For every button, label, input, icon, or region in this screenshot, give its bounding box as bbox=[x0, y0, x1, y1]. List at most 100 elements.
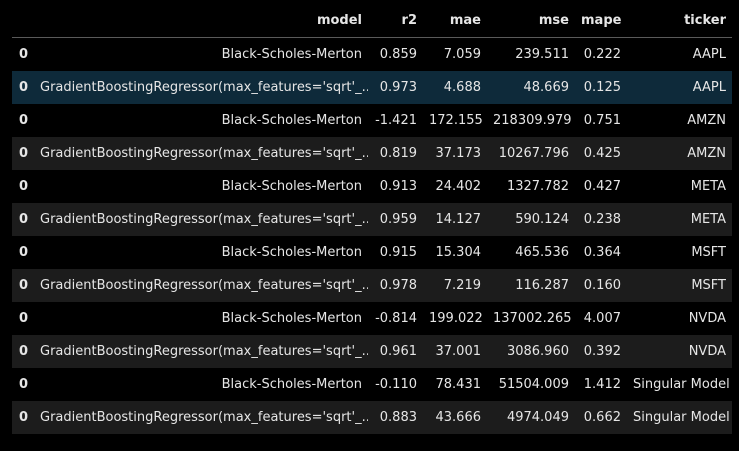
cell-ticker: NVDA bbox=[688, 311, 726, 326]
cell-mae: 172.155 bbox=[429, 113, 483, 128]
cell-mae: 24.402 bbox=[435, 179, 482, 194]
cell-ticker: META bbox=[690, 212, 726, 227]
cell-r2: -0.110 bbox=[375, 377, 417, 392]
dataframe-table: model r2 mae mse mape ticker 0 Black-Scho… bbox=[12, 5, 732, 434]
cell-model: GradientBoostingRegressor(max_features='… bbox=[40, 344, 368, 359]
header-mape: mape bbox=[575, 5, 627, 38]
table-row: 0 Black-Scholes-Merton 0.915 15.304 465.536 0… bbox=[12, 236, 732, 269]
cell-mape: 0.364 bbox=[583, 245, 621, 260]
table-row: 0 GradientBoostingRegressor(max_features=… bbox=[12, 203, 732, 236]
cell-mape: 0.427 bbox=[583, 179, 621, 194]
cell-mse: 10267.796 bbox=[498, 146, 569, 161]
cell-model: GradientBoostingRegressor(max_features='… bbox=[40, 410, 368, 425]
table-row: 0 GradientBoostingRegressor(max_features=… bbox=[12, 137, 732, 170]
cell-model: Black-Scholes-Merton bbox=[221, 47, 362, 62]
cell-ticker: NVDA bbox=[688, 344, 726, 359]
cell-mse: 590.124 bbox=[515, 212, 569, 227]
cell-ticker: MSFT bbox=[691, 278, 726, 293]
cell-model: Black-Scholes-Merton bbox=[221, 179, 362, 194]
cell-mse: 116.287 bbox=[515, 278, 569, 293]
row-index: 0 bbox=[19, 245, 29, 260]
cell-r2: 0.883 bbox=[379, 410, 417, 425]
cell-mae: 199.022 bbox=[429, 311, 483, 326]
cell-mae: 4.688 bbox=[443, 80, 481, 95]
cell-mae: 37.173 bbox=[435, 146, 482, 161]
cell-model: Black-Scholes-Merton bbox=[221, 377, 362, 392]
cell-mae: 7.219 bbox=[443, 278, 481, 293]
cell-mape: 0.160 bbox=[583, 278, 621, 293]
cell-mae: 78.431 bbox=[435, 377, 482, 392]
cell-mse: 239.511 bbox=[515, 47, 569, 62]
row-index: 0 bbox=[19, 47, 29, 62]
table-row: 0 Black-Scholes-Merton -0.110 78.431 51504.0… bbox=[12, 368, 732, 401]
cell-ticker: Singular Model bbox=[633, 410, 730, 425]
cell-ticker: Singular Model bbox=[633, 377, 730, 392]
cell-model: GradientBoostingRegressor(max_features='… bbox=[40, 278, 368, 293]
cell-mae: 37.001 bbox=[435, 344, 482, 359]
cell-r2: 0.859 bbox=[379, 47, 417, 62]
cell-mae: 15.304 bbox=[435, 245, 482, 260]
cell-ticker: META bbox=[690, 179, 726, 194]
cell-mape: 0.662 bbox=[583, 410, 621, 425]
cell-model: Black-Scholes-Merton bbox=[221, 245, 362, 260]
cell-mae: 43.666 bbox=[435, 410, 482, 425]
cell-mse: 218309.979 bbox=[493, 113, 572, 128]
cell-ticker: AMZN bbox=[687, 113, 726, 128]
cell-mape: 0.425 bbox=[583, 146, 621, 161]
cell-ticker: MSFT bbox=[691, 245, 726, 260]
cell-mape: 0.125 bbox=[583, 80, 621, 95]
row-index: 0 bbox=[19, 410, 29, 425]
header-row: model r2 mae mse mape ticker bbox=[12, 5, 732, 38]
row-index: 0 bbox=[19, 377, 29, 392]
header-mae: mae bbox=[423, 5, 487, 38]
cell-mse: 137002.265 bbox=[493, 311, 572, 326]
cell-ticker: AAPL bbox=[692, 80, 726, 95]
header-ticker: ticker bbox=[627, 5, 732, 38]
cell-mse: 3086.960 bbox=[506, 344, 569, 359]
row-index: 0 bbox=[19, 179, 29, 194]
notebook-output: model r2 mae mse mape ticker 0 Black-Scho… bbox=[0, 0, 739, 451]
cell-mape: 0.392 bbox=[583, 344, 621, 359]
row-index: 0 bbox=[19, 212, 29, 227]
table-row: 0 Black-Scholes-Merton -1.421 172.155 218309… bbox=[12, 104, 732, 137]
cell-mse: 465.536 bbox=[515, 245, 569, 260]
cell-model: GradientBoostingRegressor(max_features='… bbox=[40, 146, 368, 161]
cell-mape: 0.751 bbox=[583, 113, 621, 128]
row-index: 0 bbox=[19, 80, 29, 95]
table-header: model r2 mae mse mape ticker bbox=[12, 5, 732, 38]
table-row: 0 Black-Scholes-Merton -0.814 199.022 137002… bbox=[12, 302, 732, 335]
cell-model: Black-Scholes-Merton bbox=[221, 311, 362, 326]
cell-mape: 4.007 bbox=[583, 311, 621, 326]
header-model: model bbox=[34, 5, 368, 38]
row-index: 0 bbox=[19, 311, 29, 326]
cell-mse: 4974.049 bbox=[506, 410, 569, 425]
cell-mape: 1.412 bbox=[583, 377, 621, 392]
header-mse: mse bbox=[487, 5, 575, 38]
cell-r2: 0.819 bbox=[379, 146, 417, 161]
table-row: 0 Black-Scholes-Merton 0.859 7.059 239.511 0.… bbox=[12, 37, 732, 71]
cell-mse: 51504.009 bbox=[498, 377, 569, 392]
cell-r2: 0.973 bbox=[379, 80, 417, 95]
table-row: 0 GradientBoostingRegressor(max_features=… bbox=[12, 401, 732, 434]
cell-r2: 0.961 bbox=[379, 344, 417, 359]
row-index: 0 bbox=[19, 113, 29, 128]
cell-model: GradientBoostingRegressor(max_features='… bbox=[40, 212, 368, 227]
table-row: 0 GradientBoostingRegressor(max_features=… bbox=[12, 269, 732, 302]
table-body: 0 Black-Scholes-Merton 0.859 7.059 239.511 0.… bbox=[12, 37, 732, 434]
header-index bbox=[12, 5, 34, 38]
cell-model: GradientBoostingRegressor(max_features='… bbox=[40, 80, 368, 95]
cell-model: Black-Scholes-Merton bbox=[221, 113, 362, 128]
row-index: 0 bbox=[19, 146, 29, 161]
row-index: 0 bbox=[19, 278, 29, 293]
cell-ticker: AAPL bbox=[692, 47, 726, 62]
cell-r2: 0.915 bbox=[379, 245, 417, 260]
cell-r2: 0.913 bbox=[379, 179, 417, 194]
table-row: 0 GradientBoostingRegressor(max_features=… bbox=[12, 71, 732, 104]
header-r2: r2 bbox=[368, 5, 423, 38]
cell-r2: 0.959 bbox=[379, 212, 417, 227]
cell-ticker: AMZN bbox=[687, 146, 726, 161]
row-index: 0 bbox=[19, 344, 29, 359]
cell-r2: -1.421 bbox=[375, 113, 417, 128]
table-row: 0 Black-Scholes-Merton 0.913 24.402 1327.782… bbox=[12, 170, 732, 203]
table-row: 0 GradientBoostingRegressor(max_features=… bbox=[12, 335, 732, 368]
